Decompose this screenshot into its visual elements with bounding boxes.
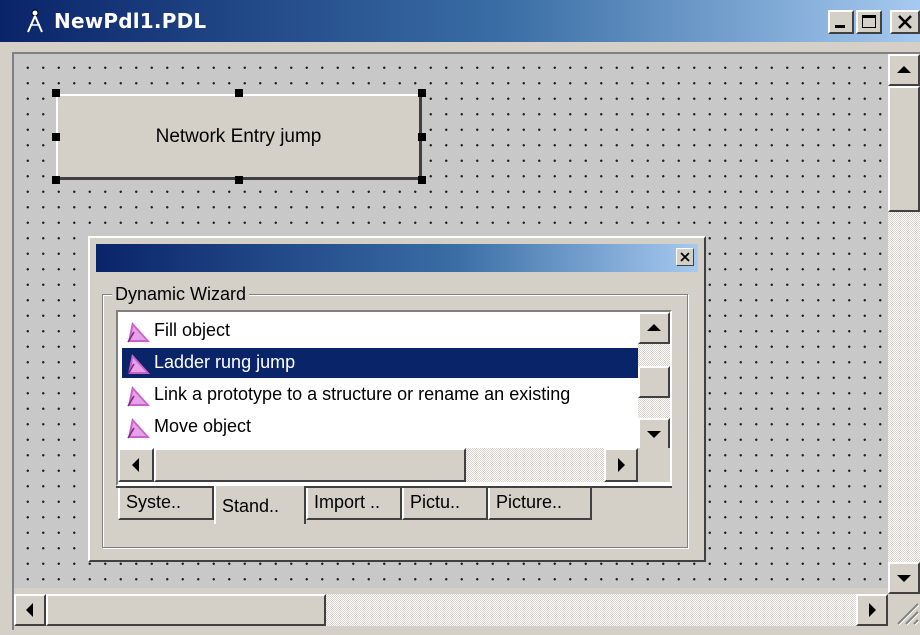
minimize-icon <box>835 25 845 28</box>
tab-system[interactable]: Syste.. <box>118 488 214 520</box>
tab-label: Import .. <box>314 492 381 512</box>
selection-handle[interactable] <box>235 176 243 184</box>
tab-picture-2[interactable]: Picture.. <box>488 488 592 520</box>
scroll-right-button[interactable] <box>856 594 888 626</box>
close-icon <box>898 15 912 29</box>
selection-handle[interactable] <box>52 176 60 184</box>
arrow-down-icon <box>647 431 661 438</box>
scroll-left-button[interactable] <box>14 594 46 626</box>
tab-import[interactable]: Import .. <box>306 488 402 520</box>
wand-icon <box>127 386 150 407</box>
compass-icon <box>27 9 43 33</box>
list-item-label: Fill object <box>154 320 231 340</box>
horizontal-scroll-thumb[interactable] <box>46 594 326 626</box>
arrow-left-icon <box>132 458 139 472</box>
arrow-up-icon <box>647 324 661 331</box>
scroll-up-button[interactable] <box>888 54 920 86</box>
list-scroll-left-button[interactable] <box>118 448 154 482</box>
list-vertical-thumb[interactable] <box>638 366 670 398</box>
list-item[interactable]: Link a prototype to a structure or renam… <box>122 380 662 410</box>
arrow-up-icon <box>897 66 911 73</box>
wand-icon <box>127 354 150 375</box>
wand-icon <box>127 322 150 343</box>
tab-picture-1[interactable]: Pictu.. <box>402 488 488 520</box>
tab-standard[interactable]: Stand.. <box>214 486 306 524</box>
list-item-label: Ladder rung jump <box>154 352 296 372</box>
wizard-close-button[interactable] <box>676 248 694 266</box>
wand-icon <box>127 418 150 439</box>
selection-handle[interactable] <box>235 89 243 97</box>
wizard-titlebar[interactable] <box>96 244 698 272</box>
scroll-down-button[interactable] <box>888 562 920 594</box>
list-scroll-right-button[interactable] <box>604 448 638 482</box>
arrow-right-icon <box>618 458 625 472</box>
list-item-selected[interactable]: Ladder rung jump <box>122 348 640 378</box>
size-grip[interactable] <box>888 594 920 630</box>
arrow-right-icon <box>869 603 876 617</box>
selection-handle[interactable] <box>418 176 426 184</box>
selection-handle[interactable] <box>52 89 60 97</box>
resize-grip-icon <box>897 603 920 626</box>
list-scroll-up-button[interactable] <box>638 312 670 344</box>
list-horizontal-thumb[interactable] <box>154 448 466 482</box>
list-scroll-corner <box>638 448 670 482</box>
arrow-left-icon <box>26 603 33 617</box>
tab-label: Pictu.. <box>410 492 461 512</box>
window-title: NewPdl1.PDL <box>54 9 207 33</box>
list-item-label: Link a prototype to a structure or renam… <box>154 384 571 404</box>
selection-handle[interactable] <box>418 89 426 97</box>
close-icon <box>680 252 690 262</box>
list-scroll-down-button[interactable] <box>638 418 670 450</box>
tab-label: Stand.. <box>222 496 280 516</box>
minimize-button[interactable] <box>828 10 854 34</box>
list-item-label: Move object <box>154 416 252 436</box>
arrow-down-icon <box>897 575 911 582</box>
selection-handle[interactable] <box>418 133 426 141</box>
vertical-scroll-thumb[interactable] <box>888 86 920 212</box>
list-item[interactable]: Move object <box>122 412 640 442</box>
tab-label: Syste.. <box>126 492 182 512</box>
network-entry-jump-button[interactable]: Network Entry jump <box>56 94 422 180</box>
network-entry-jump-label: Network Entry jump <box>155 125 322 147</box>
window-titlebar[interactable]: NewPdl1.PDL <box>0 0 920 42</box>
maximize-button[interactable] <box>856 10 882 34</box>
list-item[interactable]: Fill object <box>122 316 640 346</box>
close-button[interactable] <box>890 10 920 34</box>
selection-handle[interactable] <box>52 133 60 141</box>
maximize-icon <box>862 15 876 28</box>
tab-label: Picture.. <box>496 492 563 512</box>
wizard-group-label: Dynamic Wizard <box>112 284 250 305</box>
